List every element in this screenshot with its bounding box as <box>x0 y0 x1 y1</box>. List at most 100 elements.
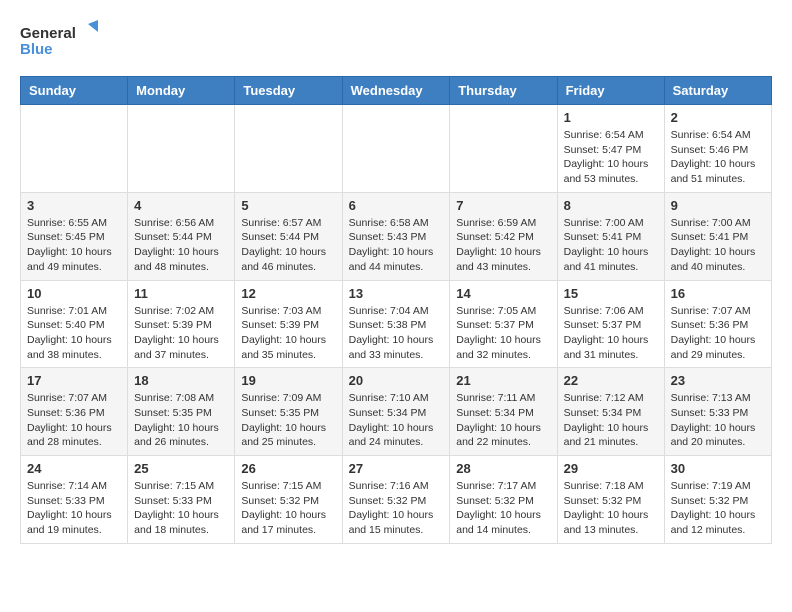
day-info: Sunrise: 7:18 AM Sunset: 5:32 PM Dayligh… <box>564 479 658 538</box>
day-number: 9 <box>671 198 765 213</box>
day-info: Sunrise: 7:16 AM Sunset: 5:32 PM Dayligh… <box>349 479 444 538</box>
day-info: Sunrise: 7:05 AM Sunset: 5:37 PM Dayligh… <box>456 304 550 363</box>
logo-icon: GeneralBlue <box>20 20 100 60</box>
calendar-cell: 27 Sunrise: 7:16 AM Sunset: 5:32 PM Dayli… <box>342 456 450 544</box>
day-info: Sunrise: 7:14 AM Sunset: 5:33 PM Dayligh… <box>27 479 121 538</box>
day-info: Sunrise: 6:55 AM Sunset: 5:45 PM Dayligh… <box>27 216 121 275</box>
calendar-cell: 13 Sunrise: 7:04 AM Sunset: 5:38 PM Dayli… <box>342 280 450 368</box>
day-info: Sunrise: 7:00 AM Sunset: 5:41 PM Dayligh… <box>671 216 765 275</box>
day-number: 10 <box>27 286 121 301</box>
day-info: Sunrise: 6:56 AM Sunset: 5:44 PM Dayligh… <box>134 216 228 275</box>
day-number: 11 <box>134 286 228 301</box>
day-number: 17 <box>27 373 121 388</box>
calendar-cell: 29Sunrise: 7:18 AM Sunset: 5:32 PM Dayli… <box>557 456 664 544</box>
calendar-cell: 8 Sunrise: 7:00 AM Sunset: 5:41 PM Daylig… <box>557 192 664 280</box>
day-number: 12 <box>241 286 335 301</box>
calendar-cell: 24 Sunrise: 7:14 AM Sunset: 5:33 PM Dayli… <box>21 456 128 544</box>
logo: GeneralBlue <box>20 20 100 60</box>
day-info: Sunrise: 6:57 AM Sunset: 5:44 PM Dayligh… <box>241 216 335 275</box>
day-number: 18 <box>134 373 228 388</box>
day-info: Sunrise: 7:15 AM Sunset: 5:33 PM Dayligh… <box>134 479 228 538</box>
weekday-header: Monday <box>128 77 235 105</box>
day-number: 21 <box>456 373 550 388</box>
calendar-cell: 3Sunrise: 6:55 AM Sunset: 5:45 PM Daylig… <box>21 192 128 280</box>
calendar-cell: 22 Sunrise: 7:12 AM Sunset: 5:34 PM Dayli… <box>557 368 664 456</box>
calendar-cell: 7 Sunrise: 6:59 AM Sunset: 5:42 PM Daylig… <box>450 192 557 280</box>
weekday-header: Sunday <box>21 77 128 105</box>
calendar-cell: 26 Sunrise: 7:15 AM Sunset: 5:32 PM Dayli… <box>235 456 342 544</box>
calendar-cell: 21 Sunrise: 7:11 AM Sunset: 5:34 PM Dayli… <box>450 368 557 456</box>
calendar-cell: 4 Sunrise: 6:56 AM Sunset: 5:44 PM Daylig… <box>128 192 235 280</box>
calendar-cell: 18 Sunrise: 7:08 AM Sunset: 5:35 PM Dayli… <box>128 368 235 456</box>
day-number: 5 <box>241 198 335 213</box>
svg-text:General: General <box>20 25 76 42</box>
calendar-cell <box>450 105 557 193</box>
day-info: Sunrise: 7:08 AM Sunset: 5:35 PM Dayligh… <box>134 391 228 450</box>
day-number: 13 <box>349 286 444 301</box>
day-info: Sunrise: 7:17 AM Sunset: 5:32 PM Dayligh… <box>456 479 550 538</box>
calendar-cell: 19 Sunrise: 7:09 AM Sunset: 5:35 PM Dayli… <box>235 368 342 456</box>
calendar-cell: 14 Sunrise: 7:05 AM Sunset: 5:37 PM Dayli… <box>450 280 557 368</box>
calendar-cell <box>342 105 450 193</box>
day-info: Sunrise: 7:10 AM Sunset: 5:34 PM Dayligh… <box>349 391 444 450</box>
weekday-header: Thursday <box>450 77 557 105</box>
day-info: Sunrise: 7:15 AM Sunset: 5:32 PM Dayligh… <box>241 479 335 538</box>
calendar-cell: 9 Sunrise: 7:00 AM Sunset: 5:41 PM Daylig… <box>664 192 771 280</box>
day-number: 14 <box>456 286 550 301</box>
day-number: 25 <box>134 461 228 476</box>
day-number: 22 <box>564 373 658 388</box>
day-info: Sunrise: 7:13 AM Sunset: 5:33 PM Dayligh… <box>671 391 765 450</box>
day-info: Sunrise: 6:54 AM Sunset: 5:46 PM Dayligh… <box>671 128 765 187</box>
day-info: Sunrise: 7:03 AM Sunset: 5:39 PM Dayligh… <box>241 304 335 363</box>
day-info: Sunrise: 7:09 AM Sunset: 5:35 PM Dayligh… <box>241 391 335 450</box>
day-number: 6 <box>349 198 444 213</box>
day-info: Sunrise: 7:07 AM Sunset: 5:36 PM Dayligh… <box>671 304 765 363</box>
day-number: 4 <box>134 198 228 213</box>
day-info: Sunrise: 7:12 AM Sunset: 5:34 PM Dayligh… <box>564 391 658 450</box>
weekday-header: Saturday <box>664 77 771 105</box>
day-info: Sunrise: 7:01 AM Sunset: 5:40 PM Dayligh… <box>27 304 121 363</box>
day-number: 2 <box>671 110 765 125</box>
calendar-cell <box>235 105 342 193</box>
day-number: 28 <box>456 461 550 476</box>
calendar-cell <box>21 105 128 193</box>
day-number: 30 <box>671 461 765 476</box>
calendar-cell: 5 Sunrise: 6:57 AM Sunset: 5:44 PM Daylig… <box>235 192 342 280</box>
day-number: 26 <box>241 461 335 476</box>
calendar-table: SundayMondayTuesdayWednesdayThursdayFrid… <box>20 76 772 544</box>
calendar-cell: 2 Sunrise: 6:54 AM Sunset: 5:46 PM Daylig… <box>664 105 771 193</box>
day-info: Sunrise: 7:04 AM Sunset: 5:38 PM Dayligh… <box>349 304 444 363</box>
weekday-header: Wednesday <box>342 77 450 105</box>
day-info: Sunrise: 7:07 AM Sunset: 5:36 PM Dayligh… <box>27 391 121 450</box>
day-info: Sunrise: 7:06 AM Sunset: 5:37 PM Dayligh… <box>564 304 658 363</box>
calendar-cell: 17 Sunrise: 7:07 AM Sunset: 5:36 PM Dayli… <box>21 368 128 456</box>
day-info: Sunrise: 7:11 AM Sunset: 5:34 PM Dayligh… <box>456 391 550 450</box>
page-header: GeneralBlue <box>20 20 772 60</box>
calendar-cell: 6Sunrise: 6:58 AM Sunset: 5:43 PM Daylig… <box>342 192 450 280</box>
calendar-cell: 25 Sunrise: 7:15 AM Sunset: 5:33 PM Dayli… <box>128 456 235 544</box>
day-info: Sunrise: 7:00 AM Sunset: 5:41 PM Dayligh… <box>564 216 658 275</box>
calendar-cell <box>128 105 235 193</box>
calendar-cell: 15 Sunrise: 7:06 AM Sunset: 5:37 PM Dayli… <box>557 280 664 368</box>
day-number: 8 <box>564 198 658 213</box>
day-info: Sunrise: 7:02 AM Sunset: 5:39 PM Dayligh… <box>134 304 228 363</box>
calendar-cell: 10 Sunrise: 7:01 AM Sunset: 5:40 PM Dayli… <box>21 280 128 368</box>
calendar-cell: 20 Sunrise: 7:10 AM Sunset: 5:34 PM Dayli… <box>342 368 450 456</box>
day-number: 20 <box>349 373 444 388</box>
calendar-cell: 16 Sunrise: 7:07 AM Sunset: 5:36 PM Dayli… <box>664 280 771 368</box>
weekday-header: Friday <box>557 77 664 105</box>
calendar-cell: 11 Sunrise: 7:02 AM Sunset: 5:39 PM Dayli… <box>128 280 235 368</box>
day-number: 16 <box>671 286 765 301</box>
day-number: 23 <box>671 373 765 388</box>
day-number: 27 <box>349 461 444 476</box>
day-number: 24 <box>27 461 121 476</box>
calendar-cell: 12 Sunrise: 7:03 AM Sunset: 5:39 PM Dayli… <box>235 280 342 368</box>
day-number: 7 <box>456 198 550 213</box>
day-info: Sunrise: 7:19 AM Sunset: 5:32 PM Dayligh… <box>671 479 765 538</box>
day-info: Sunrise: 6:59 AM Sunset: 5:42 PM Dayligh… <box>456 216 550 275</box>
day-number: 15 <box>564 286 658 301</box>
calendar-cell: 30 Sunrise: 7:19 AM Sunset: 5:32 PM Dayli… <box>664 456 771 544</box>
day-number: 19 <box>241 373 335 388</box>
day-info: Sunrise: 6:54 AM Sunset: 5:47 PM Dayligh… <box>564 128 658 187</box>
calendar-cell: 28 Sunrise: 7:17 AM Sunset: 5:32 PM Dayli… <box>450 456 557 544</box>
